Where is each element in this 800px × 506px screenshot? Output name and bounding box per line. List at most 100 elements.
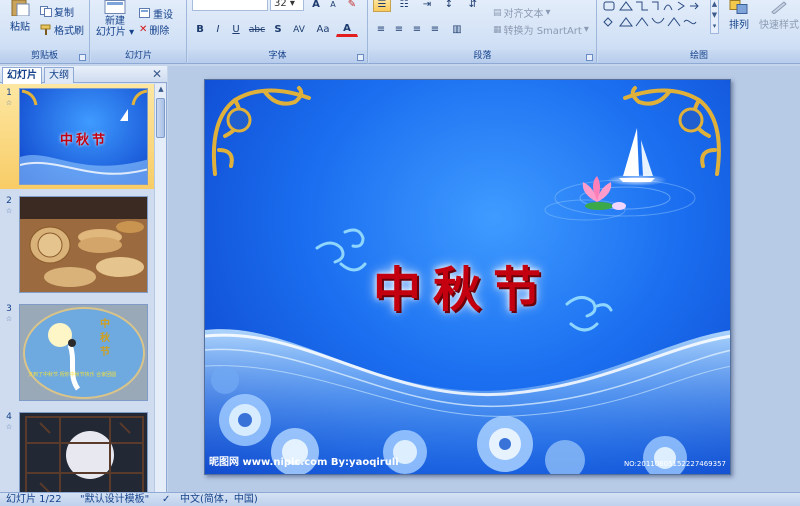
copy-icon (40, 6, 52, 17)
bold-button[interactable]: B (192, 22, 208, 37)
status-bar: 幻灯片 1/22 "默认设计模板" ✓ 中文(简体，中国) (0, 492, 800, 506)
current-slide[interactable]: 中秋节 昵图网 www.nipic.com By:yaoqiruli NO:20… (204, 79, 731, 475)
cloud-swirl-left (315, 228, 367, 272)
grow-font-button[interactable]: A (308, 0, 324, 12)
scroll-thumb[interactable] (156, 98, 165, 138)
watermark-right: NO:20110805152227469357 (623, 460, 726, 468)
thumbnail-image: 中秋节 (19, 88, 148, 185)
align-text-button[interactable]: ▤ 对齐文本 ▾ (493, 5, 551, 20)
theme-name: "默认设计模板" (80, 494, 150, 505)
paste-icon (11, 0, 30, 16)
columns-button[interactable]: ▥ (449, 22, 465, 37)
pane-tabs: 幻灯片 大纲 ✕ (0, 66, 167, 84)
transition-icon: ☆ (5, 315, 13, 323)
smartart-icon: ▦ (493, 24, 502, 35)
indent-button[interactable]: ⇥ (419, 0, 435, 12)
cloud-swirl-right (565, 296, 613, 332)
slide-number: 2 ☆ (5, 196, 13, 215)
convert-smartart-button[interactable]: ▦ 转换为 SmartArt ▾ (493, 22, 589, 37)
tab-slides[interactable]: 幻灯片 (2, 67, 42, 84)
bullets-button[interactable]: ☰ (373, 0, 391, 12)
scroll-up-icon[interactable]: ▲ (156, 85, 166, 95)
thumbnail-scrollbar[interactable]: ▲ (154, 84, 166, 492)
copy-button[interactable]: 复制 (40, 4, 74, 19)
paragraph-dialog-launcher[interactable] (586, 54, 593, 61)
spell-check-icon[interactable]: ✓ (162, 493, 170, 506)
drawing-group: ▲ ▼ ▾ 排列 快速样式 绘图 (598, 0, 800, 64)
slides-group-label: 幻灯片 (91, 50, 186, 63)
font-color-button[interactable]: A (336, 22, 358, 37)
close-icon[interactable]: ✕ (152, 67, 162, 81)
shapes-gallery-scroll[interactable]: ▲ ▼ ▾ (710, 0, 719, 34)
slide-thumbnail-2[interactable]: 2 ☆ (0, 192, 154, 297)
sailboat-icon (607, 128, 667, 186)
slide-thumbnail-1[interactable]: 1 ☆ 中秋节 (0, 84, 154, 189)
shapes-gallery[interactable] (602, 0, 708, 34)
align-text-icon: ▤ (493, 7, 502, 18)
font-name-box[interactable] (192, 0, 268, 11)
corner-ornament-left (211, 86, 311, 176)
new-slide-icon (104, 0, 126, 14)
text-direction-button[interactable]: ⇵ (465, 0, 481, 12)
align-right-button[interactable]: ≡ (409, 22, 425, 37)
arrange-button[interactable]: 排列 (721, 0, 757, 31)
thumbnail-title-char: 秋 (100, 333, 110, 344)
slide-thumbnail-4[interactable]: 4 ☆ (0, 408, 154, 492)
strikethrough-button[interactable]: abc (246, 22, 268, 37)
slide-counter: 幻灯片 1/22 (6, 494, 62, 505)
arrange-icon (729, 0, 748, 14)
font-group: 32 ▾ A A ✎ B I U abc S AV Aa A 字体 (188, 0, 368, 64)
slide-title[interactable]: 中秋节 (373, 250, 553, 320)
format-painter-button[interactable]: 格式刷 (40, 22, 84, 37)
delete-button[interactable]: ✕ 删除 (139, 22, 169, 37)
reset-button[interactable]: 重设 (139, 6, 173, 21)
slides-outline-pane: 幻灯片 大纲 ✕ 1 ☆ 中秋节 2 ☆ 3 ☆ 中 秋 节 又到了中秋节 祝你… (0, 66, 167, 492)
character-spacing-button[interactable]: AV (288, 22, 310, 37)
thumbnail-title-char: 节 (100, 347, 110, 358)
reset-icon (139, 8, 150, 18)
transition-icon: ☆ (5, 207, 13, 215)
clear-format-icon[interactable]: ✎ (344, 0, 360, 12)
delete-icon: ✕ (139, 24, 148, 35)
tab-outline[interactable]: 大纲 (44, 67, 74, 83)
change-case-button[interactable]: Aa (312, 22, 334, 37)
thumbnail-image (19, 196, 148, 293)
language[interactable]: 中文(简体，中国) (180, 493, 258, 506)
thumbnail-list: 1 ☆ 中秋节 2 ☆ 3 ☆ 中 秋 节 又到了中秋节 祝你中秋节快乐 合家团… (0, 84, 154, 492)
new-slide-button[interactable]: 新建 幻灯片 ▾ (95, 0, 135, 38)
watermark-left: 昵图网 www.nipic.com By:yaoqiruli (209, 457, 399, 468)
slide-number: 1 ☆ (5, 88, 13, 107)
font-size-box[interactable]: 32 ▾ (270, 0, 304, 11)
underline-button[interactable]: U (228, 22, 244, 37)
justify-button[interactable]: ≡ (427, 22, 443, 37)
align-left-button[interactable]: ≡ (373, 22, 389, 37)
slides-group: 新建 幻灯片 ▾ 重设 ✕ 删除 幻灯片 (91, 0, 187, 64)
clipboard-group: 粘贴 复制 格式刷 剪贴板 (0, 0, 90, 64)
slide-number: 3 ☆ (5, 304, 13, 323)
format-painter-icon (40, 24, 51, 35)
align-center-button[interactable]: ≡ (391, 22, 407, 37)
clipboard-dialog-launcher[interactable] (79, 54, 86, 61)
slide-thumbnail-3[interactable]: 3 ☆ 中 秋 节 又到了中秋节 祝你中秋节快乐 合家团圆 (0, 300, 154, 405)
corner-medallion-left (226, 107, 252, 133)
thumbnail-image: 中 秋 节 又到了中秋节 祝你中秋节快乐 合家团圆 (19, 304, 148, 401)
shrink-font-button[interactable]: A (325, 0, 341, 12)
quick-styles-button[interactable]: 快速样式 (758, 0, 800, 31)
font-dialog-launcher[interactable] (357, 54, 364, 61)
slide-number: 4 ☆ (5, 412, 13, 431)
mooncake-photo (20, 197, 147, 292)
shadow-button[interactable]: S (270, 22, 286, 37)
thumbnail-image (19, 412, 148, 492)
paste-button[interactable]: 粘贴 (4, 0, 36, 33)
thumbnail-art (23, 307, 145, 399)
line-spacing-button[interactable]: ↕ (441, 0, 457, 12)
corner-ornament-right (623, 86, 721, 176)
numbering-button[interactable]: ☷ (395, 0, 413, 12)
font-group-label: 字体 (188, 50, 367, 63)
clipboard-group-label: 剪贴板 (0, 50, 89, 63)
ribbon: 粘贴 复制 格式刷 剪贴板 新建 幻灯片 ▾ 重设 ✕ 删除 幻灯片 32 ▾ … (0, 0, 800, 64)
thumbnail-caption: 又到了中秋节 祝你中秋节快乐 合家团圆 (28, 372, 117, 378)
italic-button[interactable]: I (210, 22, 226, 37)
slide-editing-area: 中秋节 昵图网 www.nipic.com By:yaoqiruli NO:20… (168, 66, 800, 492)
thumbnail-title-char: 中 (100, 319, 110, 330)
